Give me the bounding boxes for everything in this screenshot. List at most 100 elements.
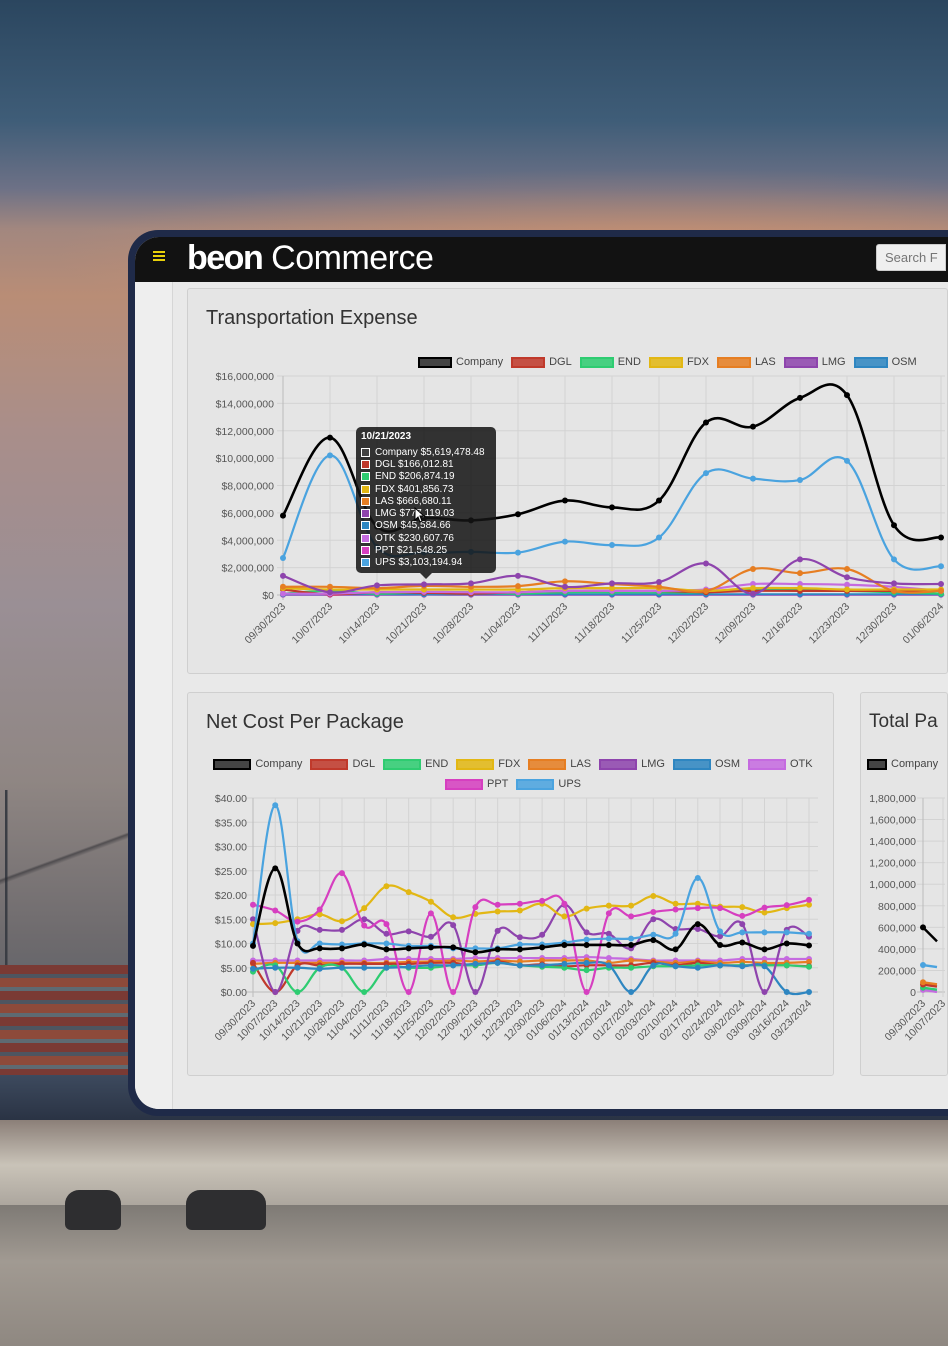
- data-point-company[interactable]: [294, 940, 301, 947]
- data-point-ppt[interactable]: [472, 904, 479, 911]
- data-point-lmg[interactable]: [656, 578, 662, 585]
- data-point-ppt[interactable]: [516, 900, 523, 907]
- data-point-lmg[interactable]: [494, 927, 501, 934]
- data-point-osm[interactable]: [650, 962, 657, 969]
- data-point-ups[interactable]: [272, 802, 279, 809]
- data-point-lmg[interactable]: [421, 581, 427, 588]
- data-point-ppt[interactable]: [717, 905, 724, 912]
- data-point-las[interactable]: [280, 583, 286, 590]
- data-point-ups[interactable]: [672, 930, 679, 937]
- data-point-otk[interactable]: [280, 590, 286, 597]
- data-point-ups[interactable]: [650, 931, 657, 938]
- data-point-ups[interactable]: [797, 477, 803, 484]
- data-point-ups[interactable]: [694, 875, 701, 882]
- data-point-ppt[interactable]: [672, 906, 679, 913]
- data-point-fdx[interactable]: [405, 889, 412, 896]
- data-point-lmg[interactable]: [797, 556, 803, 563]
- data-point-osm[interactable]: [450, 962, 457, 969]
- data-point-end[interactable]: [361, 989, 368, 995]
- data-point-fdx[interactable]: [650, 892, 657, 899]
- data-point-company[interactable]: [539, 944, 546, 951]
- data-point-osm[interactable]: [316, 965, 323, 972]
- data-point-dgl[interactable]: [250, 959, 256, 966]
- brand-logo[interactable]: beon Commerce: [187, 239, 434, 278]
- data-point-osm[interactable]: [383, 964, 390, 971]
- data-point-fdx[interactable]: [797, 585, 803, 592]
- data-point-ups[interactable]: [609, 542, 615, 549]
- data-point-lmg[interactable]: [450, 922, 457, 929]
- data-point-fdx[interactable]: [383, 883, 390, 890]
- data-point-company[interactable]: [280, 512, 286, 519]
- data-point-company[interactable]: [717, 941, 724, 948]
- data-point-ups[interactable]: [562, 538, 568, 545]
- data-point-las[interactable]: [750, 565, 756, 572]
- data-point-ups[interactable]: [938, 563, 944, 570]
- data-point-ups[interactable]: [605, 935, 612, 942]
- data-point-las[interactable]: [327, 583, 333, 590]
- data-point-lmg[interactable]: [405, 928, 412, 935]
- data-point-end[interactable]: [783, 962, 790, 969]
- data-point-lmg[interactable]: [468, 580, 474, 587]
- data-point-ppt[interactable]: [561, 900, 568, 907]
- data-point-end[interactable]: [583, 967, 590, 974]
- data-point-ppt[interactable]: [694, 905, 701, 912]
- data-point-company[interactable]: [562, 497, 568, 504]
- data-point-osm[interactable]: [694, 964, 701, 971]
- data-point-osm[interactable]: [739, 963, 746, 970]
- data-point-fdx[interactable]: [450, 914, 457, 921]
- data-point-company[interactable]: [515, 511, 521, 518]
- data-point-osm[interactable]: [561, 960, 568, 967]
- data-point-las[interactable]: [515, 583, 521, 590]
- data-point-lmg[interactable]: [427, 933, 434, 940]
- data-point-ppt[interactable]: [806, 896, 812, 903]
- data-point-osm[interactable]: [783, 989, 790, 995]
- data-point-company[interactable]: [516, 946, 523, 953]
- data-point-osm[interactable]: [516, 962, 523, 969]
- data-point-osm[interactable]: [338, 964, 345, 971]
- data-point-osm[interactable]: [605, 962, 612, 969]
- data-point-company[interactable]: [891, 522, 897, 529]
- data-point-ups[interactable]: [383, 940, 390, 947]
- data-point-fdx[interactable]: [739, 904, 746, 911]
- data-point-company[interactable]: [472, 949, 479, 956]
- data-point-lmg[interactable]: [539, 931, 546, 938]
- data-point-ppt[interactable]: [761, 904, 768, 911]
- search-input[interactable]: [876, 244, 946, 271]
- data-point-osm[interactable]: [628, 989, 635, 995]
- data-point-company[interactable]: [703, 419, 709, 426]
- data-point-fdx[interactable]: [427, 898, 434, 905]
- data-point-fdx[interactable]: [494, 908, 501, 915]
- data-point-osm[interactable]: [761, 963, 768, 970]
- data-point-lmg[interactable]: [703, 560, 709, 567]
- data-point-company[interactable]: [806, 942, 812, 949]
- data-point-company[interactable]: [361, 941, 368, 948]
- data-point-company[interactable]: [750, 423, 756, 430]
- data-point-ups[interactable]: [920, 962, 926, 969]
- data-point-lmg[interactable]: [844, 574, 850, 581]
- data-point-fdx[interactable]: [272, 920, 279, 927]
- data-point-ups[interactable]: [844, 457, 850, 464]
- data-point-ups[interactable]: [717, 928, 724, 935]
- data-point-osm[interactable]: [806, 989, 812, 995]
- data-point-company[interactable]: [609, 504, 615, 511]
- hamburger-menu-icon[interactable]: [153, 251, 165, 263]
- data-point-lmg[interactable]: [338, 926, 345, 933]
- data-point-fdx[interactable]: [844, 586, 850, 593]
- data-point-lmg[interactable]: [515, 572, 521, 579]
- data-point-lmg[interactable]: [583, 929, 590, 936]
- data-point-ups[interactable]: [703, 470, 709, 477]
- data-point-ppt[interactable]: [605, 910, 612, 917]
- data-point-fdx[interactable]: [750, 585, 756, 592]
- data-point-ppt[interactable]: [494, 901, 501, 908]
- data-point-fdx[interactable]: [628, 902, 635, 909]
- data-point-company[interactable]: [450, 944, 457, 951]
- data-point-ppt[interactable]: [650, 908, 657, 915]
- data-point-end[interactable]: [294, 989, 301, 995]
- data-point-company[interactable]: [338, 945, 345, 952]
- data-point-company[interactable]: [272, 865, 279, 872]
- data-point-fdx[interactable]: [605, 902, 612, 909]
- data-point-company[interactable]: [672, 946, 679, 953]
- data-point-lmg[interactable]: [327, 589, 333, 596]
- data-point-lmg[interactable]: [374, 582, 380, 589]
- data-point-company[interactable]: [938, 534, 944, 541]
